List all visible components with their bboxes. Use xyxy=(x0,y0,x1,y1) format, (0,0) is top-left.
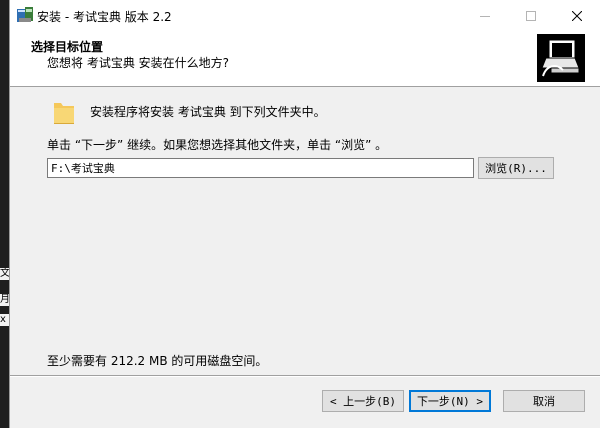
page-subtitle: 您想将 考试宝典 安装在什么地方? xyxy=(47,56,229,70)
disk-space-text: 至少需要有 212.2 MB 的可用磁盘空间。 xyxy=(47,354,268,368)
installer-logo-icon xyxy=(537,34,585,82)
close-button[interactable] xyxy=(554,0,600,31)
title-bar[interactable]: 安装 - 考试宝典 版本 2.2 xyxy=(10,0,600,31)
maximize-icon xyxy=(526,10,536,21)
background-text-fragment: 文 xyxy=(0,268,9,280)
background-text-fragment: 月 xyxy=(0,294,9,306)
window-title: 安装 - 考试宝典 版本 2.2 xyxy=(37,10,172,24)
setup-wizard-window: 安装 - 考试宝典 版本 2.2 选择目标位置 您想将 考试宝典 安装在什么地方… xyxy=(9,0,600,428)
next-button[interactable]: 下一步(N) > xyxy=(409,390,491,412)
folder-icon xyxy=(53,99,75,125)
close-icon xyxy=(572,10,582,21)
wizard-header: 选择目标位置 您想将 考试宝典 安装在什么地方? xyxy=(10,31,600,87)
browse-button[interactable]: 浏览(R)... xyxy=(478,157,554,179)
footer-divider xyxy=(10,375,600,377)
minimize-button[interactable] xyxy=(462,0,508,31)
setup-app-icon xyxy=(16,6,34,24)
minimize-icon xyxy=(480,15,490,17)
install-path-input[interactable] xyxy=(47,158,474,178)
background-text-fragment: x xyxy=(0,314,9,326)
page-title: 选择目标位置 xyxy=(31,40,104,54)
background-desktop-strip: 文 月 x xyxy=(0,0,9,428)
maximize-button[interactable] xyxy=(508,0,554,31)
back-button[interactable]: < 上一步(B) xyxy=(322,390,404,412)
instruction-text: 单击 “下一步” 继续。如果您想选择其他文件夹，单击 “浏览” 。 xyxy=(47,138,388,152)
cancel-button[interactable]: 取消 xyxy=(503,390,585,412)
install-location-text: 安装程序将安装 考试宝典 到下列文件夹中。 xyxy=(90,105,326,119)
